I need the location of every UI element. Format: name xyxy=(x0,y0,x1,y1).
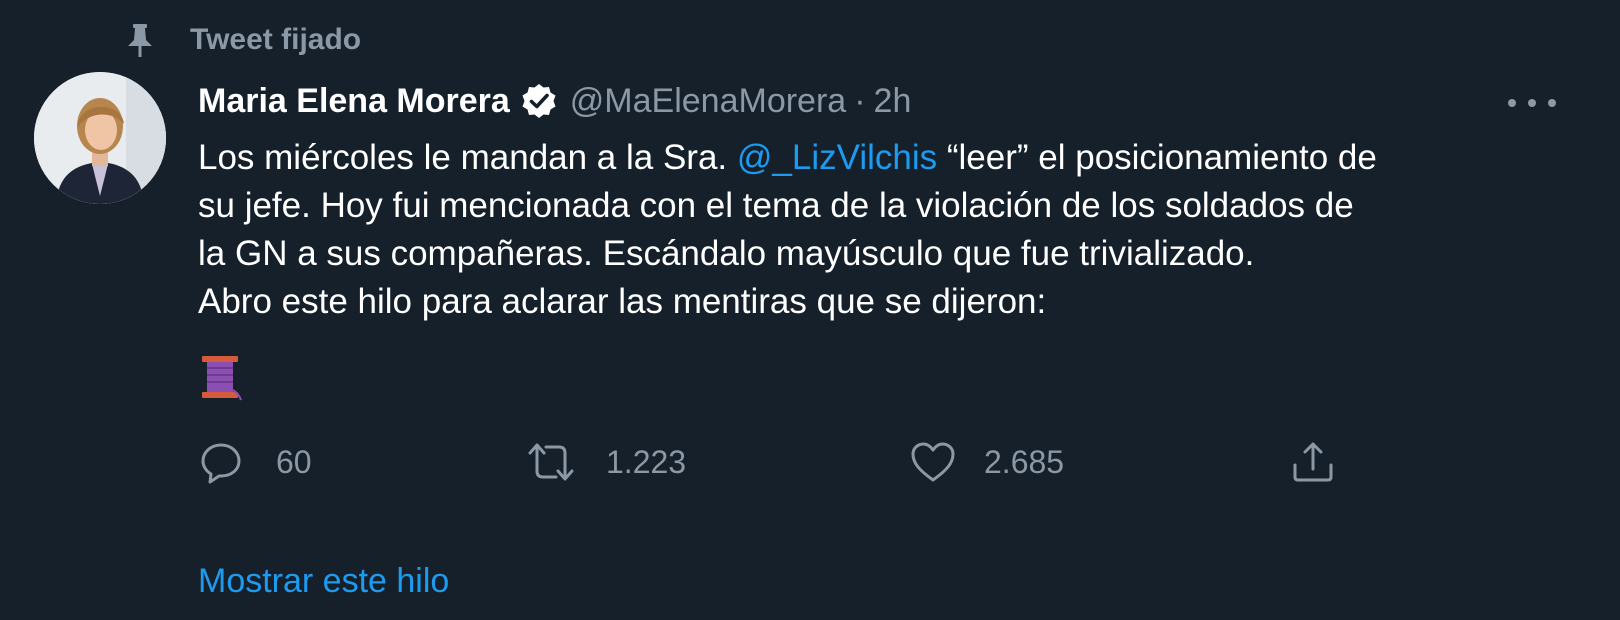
reply-count: 60 xyxy=(276,443,312,480)
pin-icon xyxy=(122,20,158,60)
heart-icon xyxy=(908,437,958,487)
tweet-header: Maria Elena Morera @MaElenaMorera · 2h xyxy=(198,76,911,126)
retweet-button[interactable]: 1.223 xyxy=(526,436,686,488)
retweet-icon xyxy=(526,437,576,487)
reply-button[interactable]: 60 xyxy=(196,436,312,488)
author-name[interactable]: Maria Elena Morera xyxy=(198,82,510,121)
verified-badge-icon xyxy=(520,82,558,120)
more-options-icon[interactable] xyxy=(1508,90,1556,116)
pinned-label: Tweet fijado xyxy=(190,23,362,56)
like-button[interactable]: 2.685 xyxy=(908,436,1064,488)
tweet-actions: 60 1.223 2.685 xyxy=(196,436,1396,488)
thread-spool-emoji xyxy=(198,352,242,402)
tweet-line-3: la GN a sus compañeras. Escándalo mayúsc… xyxy=(198,234,1255,273)
share-icon xyxy=(1288,437,1338,487)
like-count: 2.685 xyxy=(984,443,1065,480)
share-button[interactable] xyxy=(1288,436,1338,488)
author-handle[interactable]: @MaElenaMorera xyxy=(570,82,846,121)
mention-link[interactable]: @_LizVilchis xyxy=(737,138,937,177)
show-thread-link[interactable]: Mostrar este hilo xyxy=(198,562,449,601)
tweet-line-4: Abro este hilo para aclarar las mentiras… xyxy=(198,282,1047,321)
reply-icon xyxy=(196,437,246,487)
avatar[interactable] xyxy=(34,72,166,204)
tweet-text-segment: “leer” el posicionamiento de xyxy=(937,138,1377,177)
pinned-indicator: Tweet fijado xyxy=(122,18,361,62)
tweet-timestamp[interactable]: 2h xyxy=(874,82,912,121)
tweet-text: Los miércoles le mandan a la Sra. @_LizV… xyxy=(198,134,1558,326)
header-separator: · xyxy=(854,81,866,120)
tweet-line-2: su jefe. Hoy fui mencionada con el tema … xyxy=(198,186,1354,225)
tweet-line-1: Los miércoles le mandan a la Sra. @_LizV… xyxy=(198,134,1558,182)
pinned-tweet[interactable]: Tweet fijado Maria Elena Morera @MaElena… xyxy=(0,0,1620,620)
tweet-text-segment: Los miércoles le mandan a la Sra. xyxy=(198,138,737,177)
retweet-count: 1.223 xyxy=(606,443,687,480)
